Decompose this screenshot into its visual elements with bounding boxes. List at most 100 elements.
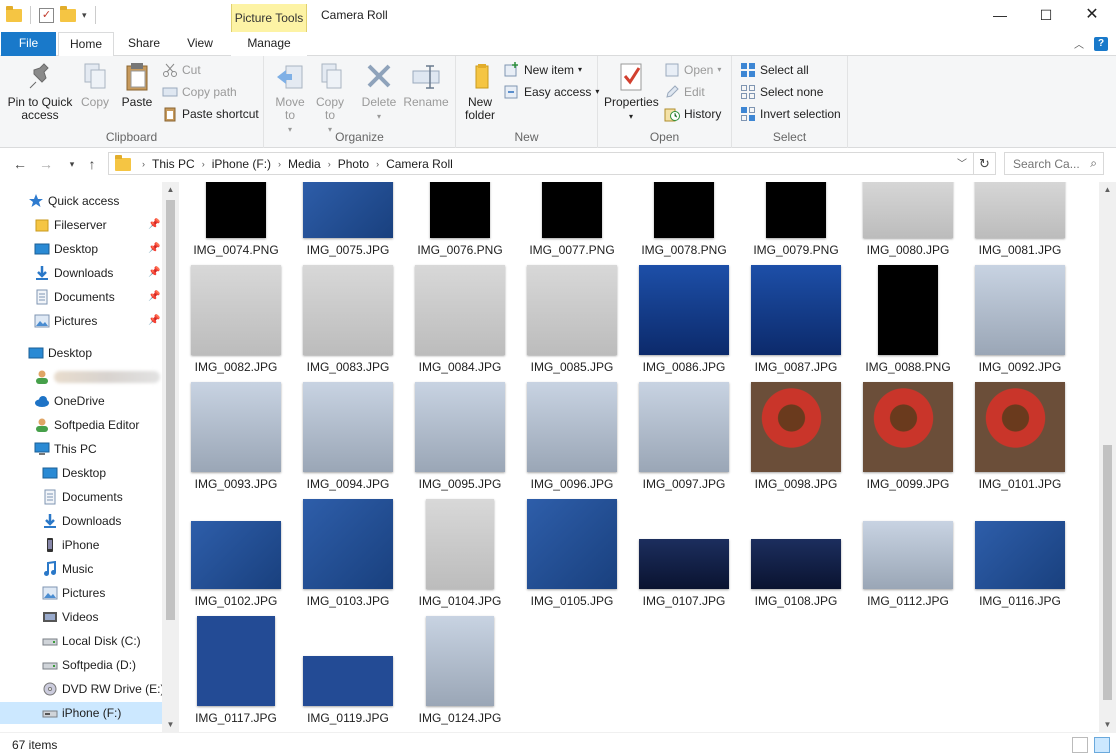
sidebar-item-documents[interactable]: Documents — [0, 486, 162, 508]
file-item[interactable]: IMG_0085.JPG — [516, 265, 628, 386]
file-item[interactable]: IMG_0096.JPG — [516, 382, 628, 503]
file-item[interactable]: IMG_0078.PNG — [628, 182, 740, 269]
file-item[interactable]: IMG_0083.JPG — [292, 265, 404, 386]
copy-path-button[interactable]: Copy path — [162, 82, 237, 102]
sidebar-item-desktop[interactable]: Desktop 📌 — [0, 238, 162, 260]
file-item[interactable]: IMG_0075.JPG — [292, 182, 404, 269]
sidebar-item-local-disk-c[interactable]: Local Disk (C:) — [0, 630, 162, 652]
file-item[interactable]: IMG_0077.PNG — [516, 182, 628, 269]
tab-home[interactable]: Home — [58, 32, 114, 57]
sidebar-item-videos[interactable]: Videos — [0, 606, 162, 628]
paste-button[interactable]: Paste — [116, 60, 158, 109]
file-item[interactable]: IMG_0082.JPG — [180, 265, 292, 386]
breadcrumb-separator[interactable]: › — [139, 159, 148, 169]
select-none-button[interactable]: Select none — [740, 82, 823, 102]
easy-access-button[interactable]: Easy access ▾ — [504, 82, 599, 102]
breadcrumb-separator[interactable]: › — [373, 159, 382, 169]
sidebar-item-fileserver[interactable]: Fileserver 📌 — [0, 214, 162, 236]
rename-button[interactable]: Rename — [402, 60, 450, 109]
crumb-this-pc[interactable]: This PC — [148, 157, 199, 171]
up-button[interactable]: ↑ — [82, 154, 102, 174]
pin-icon[interactable]: 📌 — [148, 238, 160, 260]
new-folder-icon[interactable] — [60, 5, 76, 22]
file-item[interactable]: IMG_0102.JPG — [180, 503, 292, 620]
customize-toolbar-icon[interactable]: ▾ — [82, 10, 87, 21]
file-item[interactable]: IMG_0098.JPG — [740, 382, 852, 503]
file-item[interactable]: IMG_0084.JPG — [404, 265, 516, 386]
file-item[interactable]: IMG_0074.PNG — [180, 182, 292, 269]
file-item[interactable]: IMG_0087.JPG — [740, 265, 852, 386]
scrollbar-thumb[interactable] — [166, 200, 175, 620]
search-box[interactable]: ⌕ — [1004, 152, 1104, 175]
tab-view[interactable]: View — [172, 32, 228, 56]
sidebar-item-dvd-rw-drive-e[interactable]: DVD RW Drive (E:) — [0, 678, 164, 700]
copy-to-button[interactable]: Copy to ▾ — [310, 60, 350, 136]
pin-icon[interactable]: 📌 — [148, 214, 160, 236]
file-item[interactable]: IMG_0104.JPG — [404, 499, 516, 620]
crumb-media[interactable]: Media — [284, 157, 325, 171]
file-item[interactable]: IMG_0086.JPG — [628, 265, 740, 386]
breadcrumb-separator[interactable]: › — [275, 159, 284, 169]
pin-icon[interactable]: 📌 — [148, 262, 160, 284]
file-item[interactable]: IMG_0103.JPG — [292, 499, 404, 620]
large-icons-view-icon[interactable] — [1094, 737, 1110, 753]
sidebar-item-pictures[interactable]: Pictures — [0, 582, 162, 604]
crumb-camera-roll[interactable]: Camera Roll — [382, 157, 457, 171]
scroll-up-icon[interactable]: ▲ — [162, 185, 179, 194]
pin-icon[interactable]: 📌 — [148, 286, 160, 308]
scroll-down-icon[interactable]: ▼ — [1099, 720, 1116, 729]
history-button[interactable]: History — [664, 104, 721, 124]
edit-button[interactable]: Edit — [664, 82, 705, 102]
sidebar-item-iphone[interactable]: iPhone — [0, 534, 162, 556]
crumb-iphone[interactable]: iPhone (F:) — [208, 157, 275, 171]
recent-locations-button[interactable]: ▾ — [62, 154, 82, 174]
file-item[interactable]: IMG_0092.JPG — [964, 265, 1076, 386]
navigation-pane-scrollbar[interactable]: ▲ ▼ — [162, 182, 179, 732]
tab-manage[interactable]: Manage — [231, 32, 307, 56]
file-item[interactable]: IMG_0076.PNG — [404, 182, 516, 269]
file-item[interactable]: IMG_0088.PNG — [852, 265, 964, 386]
file-item[interactable]: IMG_0099.JPG — [852, 382, 964, 503]
refresh-button[interactable]: ↻ — [974, 152, 996, 175]
file-item[interactable]: IMG_0081.JPG — [964, 182, 1076, 269]
sidebar-item-softpedia-editor[interactable]: Softpedia Editor — [0, 414, 162, 436]
file-item[interactable]: IMG_0080.JPG — [852, 182, 964, 269]
sidebar-item-quick-access[interactable]: Quick access — [0, 190, 162, 212]
collapse-ribbon-icon[interactable]: ︿ — [1074, 36, 1084, 51]
crumb-photo[interactable]: Photo — [334, 157, 373, 171]
file-item[interactable]: IMG_0093.JPG — [180, 382, 292, 503]
file-item[interactable]: IMG_0112.JPG — [852, 503, 964, 620]
file-item[interactable]: IMG_0108.JPG — [740, 503, 852, 620]
new-folder-button[interactable]: New folder — [460, 60, 500, 122]
sidebar-item-desktop[interactable]: Desktop — [0, 462, 162, 484]
address-bar[interactable]: › This PC › iPhone (F:) › Media › Photo … — [108, 152, 974, 175]
file-item[interactable]: IMG_0116.JPG — [964, 503, 1076, 620]
close-button[interactable]: ✕ — [1069, 0, 1115, 32]
sidebar-item-downloads[interactable]: Downloads 📌 — [0, 262, 162, 284]
scroll-up-icon[interactable]: ▲ — [1099, 185, 1116, 194]
pin-icon[interactable]: 📌 — [148, 310, 160, 332]
file-item[interactable]: IMG_0107.JPG — [628, 503, 740, 620]
properties-button[interactable]: Properties ▾ — [604, 60, 659, 123]
select-all-button[interactable]: Select all — [740, 60, 809, 80]
file-item[interactable]: IMG_0097.JPG — [628, 382, 740, 503]
file-item[interactable]: IMG_0119.JPG — [292, 620, 404, 732]
pin-to-quick-access-button[interactable]: Pin to Quick access — [4, 60, 76, 122]
sidebar-item-downloads[interactable]: Downloads — [0, 510, 162, 532]
delete-button[interactable]: Delete ▾ — [358, 60, 400, 123]
invert-selection-button[interactable]: Invert selection — [740, 104, 841, 124]
help-icon[interactable]: ? — [1094, 36, 1108, 51]
sidebar-item-music[interactable]: Music — [0, 558, 162, 580]
minimize-button[interactable]: — — [977, 0, 1023, 32]
paste-shortcut-button[interactable]: Paste shortcut — [162, 104, 259, 124]
move-to-button[interactable]: Move to ▾ — [270, 60, 310, 136]
sidebar-item-iphone-f[interactable]: iPhone (F:) — [0, 702, 162, 724]
tab-file[interactable]: File — [1, 32, 56, 56]
forward-button[interactable]: → — [36, 154, 56, 174]
maximize-button[interactable]: ☐ — [1023, 0, 1069, 32]
file-item[interactable]: IMG_0079.PNG — [740, 182, 852, 269]
scroll-down-icon[interactable]: ▼ — [162, 720, 179, 729]
breadcrumb-separator[interactable]: › — [199, 159, 208, 169]
file-view-scrollbar[interactable]: ▲ ▼ — [1099, 182, 1116, 732]
details-view-icon[interactable] — [1072, 737, 1088, 753]
